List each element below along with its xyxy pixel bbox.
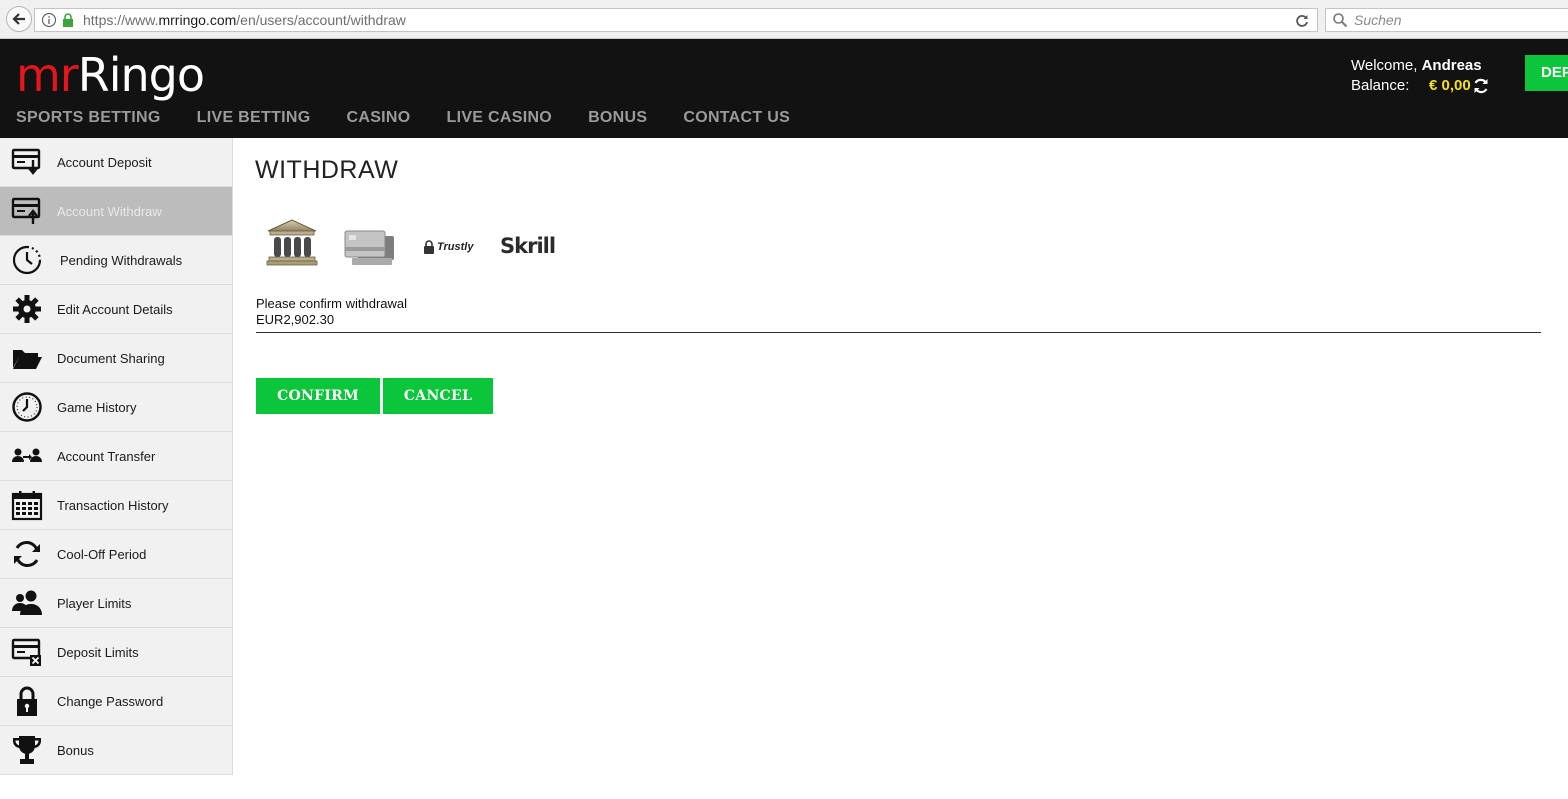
reload-icon[interactable]: [1293, 12, 1311, 30]
credit-card-icon[interactable]: [344, 230, 396, 266]
sidebar-item-account-withdraw[interactable]: Account Withdraw: [0, 187, 233, 236]
nav-contact-us[interactable]: CONTACT US: [683, 109, 790, 127]
nav-live-betting[interactable]: LIVE BETTING: [197, 109, 311, 127]
clock-icon: [12, 392, 42, 422]
withdraw-icon: [11, 197, 41, 224]
withdrawal-amount: EUR2,902.30: [256, 312, 335, 327]
cycle-icon: [14, 541, 40, 567]
lock-icon: [17, 686, 37, 716]
main-nav: SPORTS BETTING LIVE BETTING CASINO LIVE …: [16, 109, 790, 127]
nav-bonus[interactable]: BONUS: [588, 109, 647, 127]
site-header: mrRingo Welcome, Andreas Balance: € 0,00…: [0, 39, 1568, 138]
username: Andreas: [1421, 57, 1482, 74]
search-placeholder: Suchen: [1354, 12, 1402, 28]
nav-sports-betting[interactable]: SPORTS BETTING: [16, 109, 161, 127]
folder-icon: [13, 350, 42, 369]
nav-casino[interactable]: CASINO: [346, 109, 410, 127]
confirm-withdrawal-label: Please confirm withdrawal: [256, 296, 408, 311]
site-logo[interactable]: mrRingo: [16, 47, 205, 103]
deposit-icon: [11, 148, 41, 175]
search-icon: [1333, 13, 1348, 28]
sidebar-item-bonus[interactable]: Bonus: [0, 726, 233, 775]
lock-secure-icon: [63, 13, 73, 27]
welcome-text: Welcome, Andreas: [1351, 57, 1482, 74]
balance-label: Balance:: [1351, 77, 1410, 94]
info-icon[interactable]: [41, 12, 57, 28]
sidebar-item-pending-withdrawals[interactable]: Pending Withdrawals: [0, 236, 233, 285]
sidebar-item-account-transfer[interactable]: Account Transfer: [0, 432, 233, 481]
amount-underline: [256, 332, 1541, 333]
players-icon: [12, 590, 42, 615]
calendar-icon: [11, 491, 43, 521]
browser-search-input[interactable]: Suchen: [1325, 8, 1568, 32]
sidebar-item-document-sharing[interactable]: Document Sharing: [0, 334, 233, 383]
sidebar-item-edit-account-details[interactable]: Edit Account Details: [0, 285, 233, 334]
confirm-button[interactable]: CONFIRM: [256, 378, 380, 414]
refresh-balance-icon[interactable]: [1472, 77, 1490, 95]
sidebar-item-cool-off-period[interactable]: Cool-Off Period: [0, 530, 233, 579]
back-button[interactable]: [6, 6, 32, 32]
cancel-button[interactable]: CANCEL: [383, 378, 493, 414]
nav-live-casino[interactable]: LIVE CASINO: [447, 109, 553, 127]
balance-value: € 0,00: [1429, 77, 1471, 94]
url-text: https://www.mrringo.com/en/users/account…: [83, 12, 406, 28]
trustly-lock-icon: [424, 240, 434, 254]
address-bar[interactable]: https://www.mrringo.com/en/users/account…: [34, 8, 1318, 32]
clock-pending-icon: [12, 245, 42, 275]
page-title: WITHDRAW: [255, 156, 399, 184]
sidebar-item-deposit-limits[interactable]: Deposit Limits: [0, 628, 233, 677]
sidebar-item-transaction-history[interactable]: Transaction History: [0, 481, 233, 530]
sidebar-item-account-deposit[interactable]: Account Deposit: [0, 138, 233, 187]
sidebar-item-player-limits[interactable]: Player Limits: [0, 579, 233, 628]
account-sidebar: Account Deposit Account Withdraw Pending…: [0, 138, 233, 775]
deposit-button[interactable]: DEP: [1525, 55, 1568, 91]
browser-toolbar: https://www.mrringo.com/en/users/account…: [0, 0, 1568, 39]
bank-icon[interactable]: [266, 218, 318, 266]
arrow-left-icon: [12, 13, 25, 25]
trustly-logo[interactable]: Trustly: [423, 240, 473, 254]
skrill-logo[interactable]: Skrill: [500, 234, 556, 258]
sidebar-item-game-history[interactable]: Game History: [0, 383, 233, 432]
users-transfer-icon: [12, 448, 42, 462]
card-limit-icon: [11, 638, 41, 666]
trophy-icon: [13, 736, 41, 764]
sidebar-item-change-password[interactable]: Change Password: [0, 677, 233, 726]
gear-icon: [13, 295, 41, 323]
